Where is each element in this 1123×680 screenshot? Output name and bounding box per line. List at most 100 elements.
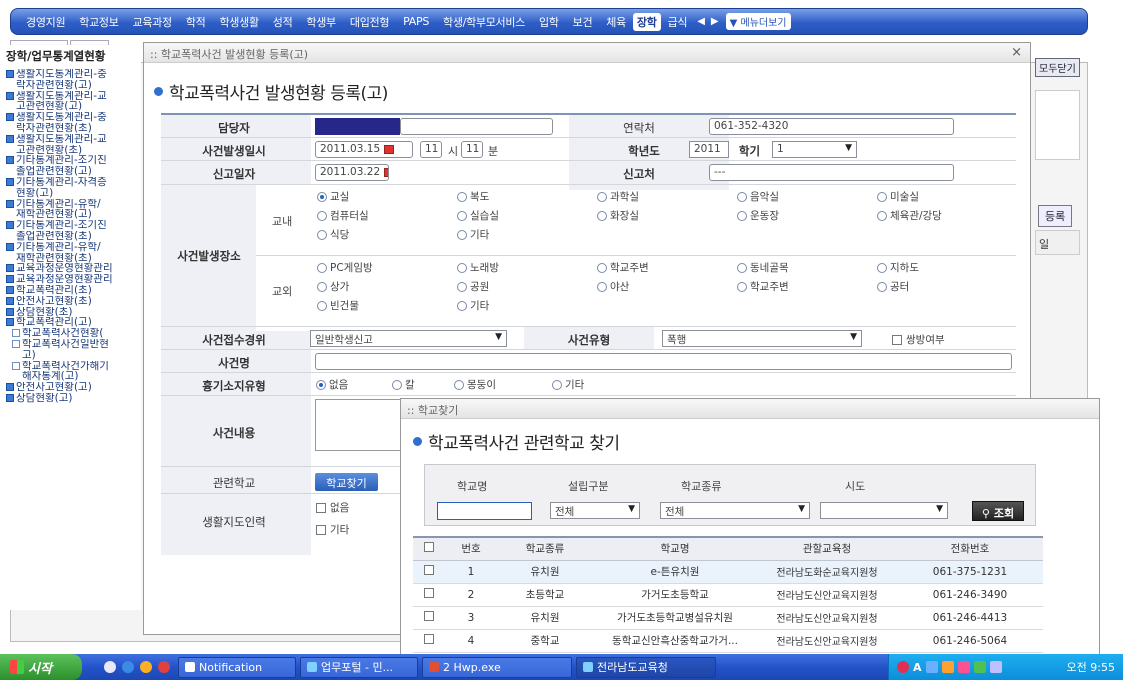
task-jeonnam[interactable]: 전라남도교육청: [576, 656, 716, 678]
place-radio[interactable]: 학교주변: [737, 279, 789, 294]
task-notification[interactable]: Notification: [178, 656, 296, 678]
semester-select[interactable]: 1 ▼: [772, 141, 857, 158]
school-name-input[interactable]: [437, 502, 532, 520]
tree-item[interactable]: 고): [6, 350, 141, 361]
tree-item[interactable]: 생활지도통계관리-교: [6, 91, 141, 102]
tree-item[interactable]: 기타통계관리-유학/: [6, 242, 141, 253]
menu-item[interactable]: 급식: [661, 14, 695, 30]
tray-icon[interactable]: [957, 661, 970, 673]
place-radio[interactable]: 동네골목: [737, 260, 789, 275]
place-radio[interactable]: PC게임방: [317, 260, 373, 275]
tree-item[interactable]: 안전사고현황(고): [6, 382, 141, 393]
place-radio[interactable]: 실습실: [457, 208, 499, 223]
tree-item[interactable]: 재학관련현황(초): [6, 253, 141, 264]
place-radio[interactable]: 야산: [597, 279, 629, 294]
tree-item[interactable]: 교육과정운영현황관리: [6, 274, 141, 285]
register-button[interactable]: 등록: [1038, 205, 1073, 227]
app-icon[interactable]: [158, 661, 170, 673]
content-textarea[interactable]: [315, 399, 405, 451]
weapon-radio[interactable]: 기타: [552, 377, 584, 392]
table-row[interactable]: 3 유치원 가거도초등학교병설유치원 전라남도신안교육지원청 061-246-4413: [413, 606, 1043, 630]
tray-icon[interactable]: [941, 661, 954, 673]
report-date-field[interactable]: 2011.03.22: [315, 164, 389, 181]
checkbox-icon[interactable]: [424, 634, 434, 644]
weapon-radio[interactable]: 몽둥이: [454, 377, 496, 392]
tree-item[interactable]: 학교폭력관리(초): [6, 285, 141, 296]
type-select[interactable]: 폭행 ▼: [662, 330, 862, 347]
tree-item[interactable]: 생활지도통계관리-중: [6, 112, 141, 123]
place-radio[interactable]: 교실: [317, 189, 349, 204]
place-radio[interactable]: 공원: [457, 279, 489, 294]
place-radio[interactable]: 체육관/강당: [877, 208, 942, 223]
tree-item[interactable]: 학교폭력관리(고): [6, 317, 141, 328]
tree-item[interactable]: 락자관련현황(고): [6, 80, 141, 91]
contact-field[interactable]: 061-352-4320: [709, 118, 954, 135]
table-row[interactable]: 4 중학교 동학교신안흑산중학교가거... 전라남도신안교육지원청 061-246-50…: [413, 629, 1043, 653]
table-row[interactable]: 1 유치원 e-튼유치원 전라남도화순교육지원청 061-375-1231: [413, 560, 1043, 584]
task-hwp[interactable]: 2 Hwp.exe: [422, 656, 572, 678]
tree-item[interactable]: 안전사고현황(초): [6, 296, 141, 307]
tree-item[interactable]: 교육과정운영현황관리: [6, 263, 141, 274]
find-school-button[interactable]: 학교찾기: [315, 473, 378, 491]
tree-item[interactable]: 학교폭력사건일반현: [6, 339, 141, 350]
manager-field[interactable]: [400, 118, 553, 135]
row-checkbox-cell[interactable]: [413, 560, 445, 584]
year-field[interactable]: 2011: [689, 141, 729, 158]
app-icon[interactable]: [140, 661, 152, 673]
tree-item[interactable]: 상담현황(고): [6, 393, 141, 404]
guidance-other-checkbox[interactable]: 기타: [316, 522, 349, 537]
tree-item[interactable]: 기타통계관리-조기진: [6, 220, 141, 231]
school-type-select[interactable]: 전체 ▼: [660, 502, 810, 519]
ie-icon[interactable]: [122, 661, 134, 673]
weapon-radio[interactable]: 없음: [316, 377, 348, 392]
place-radio[interactable]: 운동장: [737, 208, 779, 223]
place-radio[interactable]: 공터: [877, 279, 909, 294]
menu-item[interactable]: 대입전형: [343, 14, 396, 30]
calendar-icon[interactable]: [384, 144, 395, 154]
ime-icon[interactable]: A: [913, 661, 922, 674]
incident-name-field[interactable]: [315, 353, 1012, 370]
hour-field[interactable]: 11: [420, 141, 442, 158]
menu-item[interactable]: 보건: [566, 14, 600, 30]
tree-item[interactable]: 락자관련현황(초): [6, 123, 141, 134]
place-radio[interactable]: 기타: [457, 227, 489, 242]
tray-icon[interactable]: [897, 661, 909, 673]
tray-icon[interactable]: [973, 661, 986, 673]
place-radio[interactable]: 기타: [457, 298, 489, 313]
table-row[interactable]: 2 초등학교 가거도초등학교 전라남도신안교육지원청 061-246-3490: [413, 583, 1043, 607]
tree-item[interactable]: 해자통계(고): [6, 371, 141, 382]
place-radio[interactable]: 복도: [457, 189, 489, 204]
place-radio[interactable]: 노래방: [457, 260, 499, 275]
calendar-icon[interactable]: [384, 167, 388, 177]
close-icon[interactable]: ×: [1011, 45, 1022, 60]
tree-item[interactable]: 상담현황(초): [6, 307, 141, 318]
tree-item[interactable]: 현황(고): [6, 188, 141, 199]
tree-item[interactable]: 고관련현황(초): [6, 145, 141, 156]
row-checkbox-cell[interactable]: [413, 606, 445, 630]
checkbox-icon[interactable]: [424, 542, 434, 553]
checkbox-icon[interactable]: [424, 611, 434, 621]
region-select[interactable]: ▼: [820, 502, 948, 519]
row-checkbox-cell[interactable]: [413, 629, 445, 653]
place-radio[interactable]: 상가: [317, 279, 349, 294]
tree-item[interactable]: 기타통계관리-자격증: [6, 177, 141, 188]
tree-item[interactable]: 재학관련현황(고): [6, 209, 141, 220]
occur-date-field[interactable]: 2011.03.15: [315, 141, 413, 158]
guidance-none-checkbox[interactable]: 없음: [316, 500, 349, 515]
menu-item[interactable]: 성적: [266, 14, 300, 30]
tree-item[interactable]: 학교폭력사건가해기: [6, 361, 141, 372]
minute-field[interactable]: 11: [461, 141, 483, 158]
select-all-header[interactable]: [413, 536, 445, 561]
place-radio[interactable]: 음악실: [737, 189, 779, 204]
place-radio[interactable]: 식당: [317, 227, 349, 242]
weapon-radio[interactable]: 칼: [392, 377, 415, 392]
next-arrow-icon[interactable]: ▶: [708, 16, 722, 27]
menu-item[interactable]: 교육과정: [126, 14, 179, 30]
search-button[interactable]: ⚲ 조회: [972, 501, 1024, 521]
tree-item[interactable]: 졸업관련현황(초): [6, 231, 141, 242]
menu-item[interactable]: 학생부: [299, 14, 342, 30]
menu-item-active[interactable]: 장학: [632, 12, 661, 31]
menu-item[interactable]: 학교정보: [72, 14, 125, 30]
tree-item[interactable]: 생활지도통계관리-중: [6, 69, 141, 80]
tray-icon[interactable]: [925, 661, 938, 673]
